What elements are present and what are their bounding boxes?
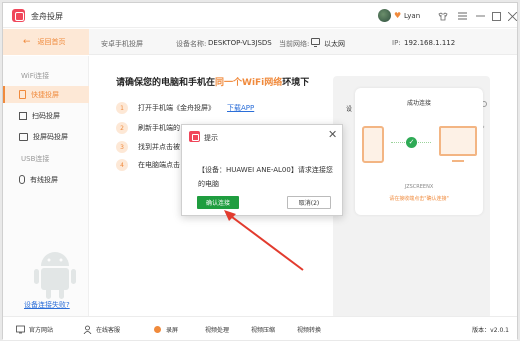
instruction-headline: 请确保您的电脑和手机在同一个WiFi网络环境下 [116, 75, 309, 88]
sidebar-item-label: 快捷投屏 [31, 90, 59, 99]
dialog-title: 提示 [204, 134, 218, 142]
sidebar-item-quick-cast[interactable]: 快捷投屏 [3, 86, 89, 103]
connection-request-dialog: 提示 ✕ 【设备：HUAWEI ANE-AL00】请求连接您的电脑 确认连接 取… [181, 124, 343, 216]
step-text: 刷新手机端的 [138, 124, 180, 132]
user-name[interactable]: Lyan [404, 12, 420, 20]
device-name-value: DESKTOP-VL3JSDS [208, 39, 272, 47]
footer-label: 视频压缩 [251, 327, 276, 334]
step-3: 3 找到并点击被 [116, 141, 180, 153]
app-title: 金舟投屏 [31, 12, 63, 21]
record-button[interactable]: 录屏 [153, 325, 178, 334]
success-card: 成功连接 ✓ JZSCREENX 请在接收端点击"确认连接" [355, 88, 483, 215]
success-title: 成功连接 [406, 100, 431, 107]
usb-cable-icon [19, 175, 25, 184]
step-text: 在电脑端点击 [138, 161, 180, 169]
dialog-message: 【设备：HUAWEI ANE-AL00】请求连接您的电脑 [198, 166, 333, 188]
online-support-button[interactable]: 在线客服 [83, 325, 120, 334]
menu-icon[interactable] [456, 10, 468, 22]
headline-text-end: 环境下 [282, 78, 310, 88]
record-icon [154, 326, 161, 333]
monitor-illustration-icon [439, 126, 477, 156]
step-number: 4 [116, 159, 128, 171]
step-2: 2 刷新手机端的 [116, 122, 180, 134]
minimize-icon[interactable] [474, 10, 486, 22]
step-number: 3 [116, 141, 128, 153]
sidebar-item-wired-cast[interactable]: 有线投屏 [3, 171, 89, 188]
preview-brand: JZSCREENX [404, 184, 434, 190]
ip-value: 192.168.1.112 [404, 39, 456, 47]
footer-label: 视频处理 [205, 327, 230, 334]
footer-label: 官方网站 [29, 327, 54, 334]
support-icon [83, 325, 92, 334]
arrow-left-icon: ← [23, 37, 31, 47]
close-icon[interactable] [506, 10, 518, 22]
usb-section-label: USB连接 [21, 155, 50, 163]
title-bar: 金舟投屏 ♥ Lyan [3, 3, 517, 28]
wifi-section-label: WiFi连接 [21, 72, 50, 80]
headline-text: 请确保您的电脑和手机在 [116, 78, 216, 88]
video-convert-button[interactable]: 视频转换 [297, 325, 321, 334]
annotation-arrow-icon [224, 210, 304, 271]
sidebar-item-code-cast[interactable]: 投屏码投屏 [3, 128, 89, 145]
connection-failed-link[interactable]: 设备连接失败? [24, 300, 70, 310]
app-window: 金舟投屏 ♥ Lyan ← 返回首页 安卓手机投屏 设备名称: DESKTOP-… [2, 2, 518, 340]
user-avatar[interactable] [378, 9, 391, 22]
sidebar-item-label: 扫码投屏 [32, 111, 60, 120]
video-compress-button[interactable]: 视频压缩 [251, 325, 275, 334]
maximize-icon[interactable] [490, 10, 502, 22]
sub-header: ← 返回首页 安卓手机投屏 设备名称: DESKTOP-VL3JSDS 当前网络… [3, 29, 517, 55]
step-text: 打开手机端《金舟投屏》 [138, 104, 215, 112]
mode-label: 安卓手机投屏 [101, 40, 143, 48]
app-logo-icon [189, 131, 200, 142]
scan-icon [19, 111, 27, 120]
footer-bar: 官方网站 在线客服 录屏 视频处理 视频压缩 视频转换 版本：v2.0.1 [3, 316, 517, 340]
video-process-button[interactable]: 视频处理 [205, 325, 229, 334]
back-home-label: 返回首页 [37, 38, 66, 46]
sidebar: WiFi连接 快捷投屏 扫码投屏 投屏码投屏 USB连接 有线投屏 设备连接失败… [3, 56, 89, 318]
step-number: 2 [116, 122, 128, 134]
sidebar-item-label: 投屏码投屏 [33, 132, 68, 141]
download-app-link[interactable]: 下载APP [227, 103, 254, 113]
dialog-close-icon[interactable]: ✕ [328, 129, 337, 140]
footer-label: 在线客服 [96, 327, 121, 334]
ip-label: IP: [392, 39, 401, 47]
version-label: 版本：v2.0.1 [472, 327, 509, 334]
sidebar-item-label: 有线投屏 [30, 175, 58, 184]
heart-vip-icon: ♥ [394, 11, 402, 20]
shirt-icon[interactable] [437, 10, 449, 22]
network-value: 以太网 [324, 40, 345, 48]
footer-label: 视频转换 [297, 327, 322, 334]
website-icon [16, 325, 25, 334]
step-4: 4 在电脑端点击 [116, 159, 180, 171]
network-label: 当前网络: [279, 40, 310, 48]
sidebar-item-scan-cast[interactable]: 扫码投屏 [3, 107, 89, 124]
step-number: 1 [116, 102, 128, 114]
phone-illustration-icon [362, 126, 384, 163]
step-text: 找到并点击被 [138, 143, 180, 151]
headline-highlight: 同一个WiFi网络 [215, 78, 283, 88]
android-mascot-icon [34, 252, 76, 299]
preview-side-text: 设 [346, 106, 353, 113]
code-icon [19, 132, 28, 141]
device-name-label: 设备名称: [176, 40, 207, 48]
official-website-button[interactable]: 官方网站 [16, 325, 53, 334]
monitor-stand [452, 157, 464, 162]
preview-hint: 请在接收端点击"确认连接" [389, 196, 449, 202]
footer-label: 录屏 [166, 327, 179, 334]
check-icon: ✓ [406, 137, 417, 148]
phone-icon [19, 90, 26, 99]
app-logo-icon [12, 9, 25, 22]
back-home-button[interactable]: ← 返回首页 [3, 29, 89, 55]
monitor-icon [311, 38, 320, 47]
step-1: 1 打开手机端《金舟投屏》 下载APP [116, 102, 254, 114]
